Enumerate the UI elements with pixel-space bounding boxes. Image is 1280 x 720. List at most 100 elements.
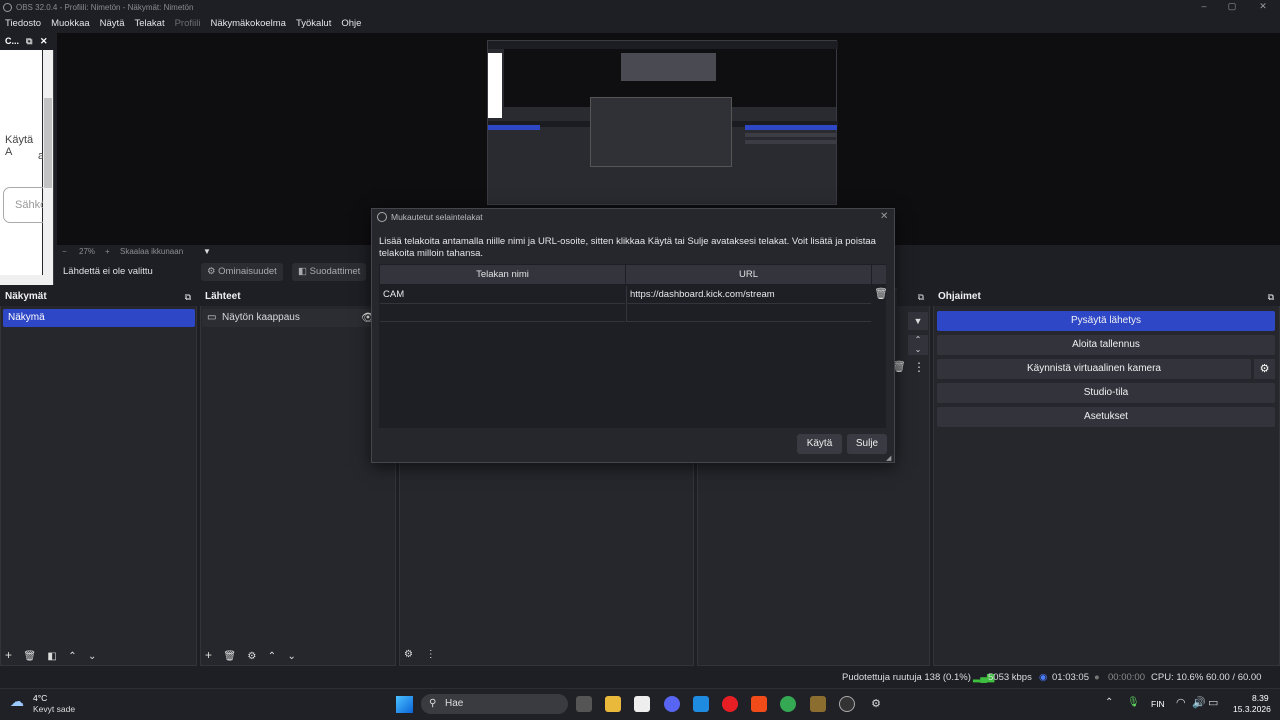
opera-icon[interactable] (722, 696, 738, 712)
microphone-icon[interactable]: 🎙 (1127, 697, 1140, 708)
dock-name-cell[interactable]: CAM (380, 286, 625, 304)
close-button[interactable]: Sulje (847, 434, 887, 454)
task-view-icon[interactable] (576, 696, 592, 712)
zoom-level: 27% (79, 247, 96, 256)
mixer-settings-icon[interactable]: ⚙ (404, 649, 413, 660)
scale-dropdown-icon[interactable]: ▼ (203, 245, 211, 258)
virtual-camera-settings-icon[interactable]: ⚙ (1254, 359, 1275, 379)
mixer-more-icon[interactable]: ⋮ (426, 649, 436, 660)
window-title: OBS 32.0.4 - Profiili: Nimetön - Näkymät… (0, 0, 1280, 15)
gear-icon[interactable]: ⚙ (247, 651, 256, 662)
scenes-panel (0, 288, 197, 666)
move-up-icon[interactable]: ⌃ (268, 651, 276, 662)
start-windows-icon[interactable] (396, 696, 413, 713)
dock-web-content[interactable]: Käytä A a Sähkö (0, 50, 48, 275)
discord-icon[interactable] (664, 696, 680, 712)
clock-time[interactable]: 8.39 (1252, 693, 1269, 703)
language-indicator[interactable]: FIN (1151, 699, 1165, 709)
dock-scrollbar-thumb[interactable] (44, 98, 52, 188)
apply-button[interactable]: Käytä (797, 434, 842, 454)
dock-text: Käytä A (5, 134, 34, 158)
transition-dropdown-icon[interactable]: ▼ (908, 312, 928, 330)
scenes-footer: + 🗑 ◧ ⌃ ⌄ (5, 646, 115, 664)
add-icon[interactable]: + (5, 648, 12, 662)
dock-url-cell[interactable]: https://dashboard.kick.com/stream (626, 286, 871, 304)
menu-help[interactable]: Ohje (341, 16, 361, 32)
weather-icon[interactable]: ☁ (10, 693, 24, 710)
game-icon[interactable] (810, 696, 826, 712)
dock-close-icon[interactable]: ✕ (40, 33, 48, 50)
bitrate: 5053 kbps (988, 672, 1032, 683)
weather-temp: 4°C (33, 693, 48, 703)
transitions-undock-icon[interactable]: ⧉ (897, 288, 930, 306)
delete-icon[interactable]: 🗑 (223, 651, 236, 662)
notepad-icon[interactable] (634, 696, 650, 712)
new-dock-name-cell[interactable] (380, 304, 625, 322)
record-time: 00:00:00 (1108, 672, 1145, 683)
more-options-icon[interactable]: ⋮ (913, 360, 925, 374)
dialog-title: Mukautetut selaintelakat (391, 212, 483, 222)
battery-icon[interactable]: ▭ (1208, 696, 1218, 709)
properties-button[interactable]: ⚙ Ominaisuudet (201, 263, 283, 281)
clock-date[interactable]: 15.3.2026 (1233, 704, 1271, 714)
duration-spinner[interactable]: ⌃ ⌄ (908, 335, 928, 355)
column-header-url[interactable]: URL (626, 265, 871, 284)
status-bar: Pudotettuja ruutuja 138 (0.1%) ▂▄▆ 5053 … (0, 668, 1280, 703)
app-icon[interactable] (693, 696, 709, 712)
menu-view[interactable]: Näytä (100, 16, 125, 32)
menu-tools[interactable]: Työkalut (296, 16, 331, 32)
obs-taskbar-icon[interactable] (839, 696, 855, 712)
add-icon[interactable]: + (205, 648, 212, 662)
scale-to-window[interactable]: Skaalaa ikkunaan (120, 245, 183, 258)
file-explorer-icon[interactable] (605, 696, 621, 712)
close-window-button[interactable]: ✕ (1248, 0, 1278, 15)
obs-logo-icon (3, 3, 12, 12)
settings-button[interactable]: Asetukset (937, 407, 1275, 427)
menu-docks[interactable]: Telakat (134, 16, 164, 32)
new-dock-url-cell[interactable] (626, 304, 871, 322)
sources-footer: + 🗑 ⚙ ⌃ ⌄ (205, 646, 325, 664)
start-virtual-camera-button[interactable]: Käynnistä virtuaalinen kamera (937, 359, 1251, 379)
column-header-name[interactable]: Telakan nimi (380, 265, 625, 284)
controls-title: Ohjaimet ⧉ (933, 288, 1280, 306)
source-item[interactable]: ▭ Näytön kaappaus (202, 309, 376, 327)
move-up-icon[interactable]: ⌃ (68, 651, 76, 662)
stop-stream-button[interactable]: Pysäytä lähetys (937, 311, 1275, 331)
source-item-label: Näytön kaappaus (222, 312, 300, 323)
delete-row-icon[interactable]: 🗑 (874, 287, 888, 300)
sources-title: Lähteet (200, 288, 396, 306)
menu-profile[interactable]: Profiili (175, 16, 201, 32)
menu-edit[interactable]: Muokkaa (51, 16, 90, 32)
minimize-button[interactable]: – (1189, 0, 1219, 15)
move-down-icon[interactable]: ⌄ (287, 651, 295, 662)
search-icon: ⚲ (429, 698, 437, 709)
dialog-close-icon[interactable]: ✕ (880, 211, 888, 222)
taskbar-search[interactable]: ⚲ Hae (421, 694, 568, 714)
start-recording-button[interactable]: Aloita tallennus (937, 335, 1275, 355)
studio-mode-button[interactable]: Studio-tila (937, 383, 1275, 403)
undock-icon[interactable]: ⧉ (1268, 288, 1274, 306)
record-icon: ● (1094, 672, 1100, 683)
settings-taskbar-icon[interactable]: ⚙ (868, 696, 884, 712)
menu-file[interactable]: Tiedosto (5, 16, 41, 32)
undock-icon[interactable]: ⧉ (185, 288, 191, 306)
resize-grip-icon[interactable]: ◢ (886, 454, 891, 462)
zoom-in-button[interactable]: + (105, 245, 110, 258)
network-icon[interactable]: ◠ (1176, 696, 1186, 709)
filter-icon[interactable]: ◧ (47, 651, 56, 662)
filters-button[interactable]: ◧ Suodattimet (292, 263, 367, 281)
volume-icon[interactable]: 🔊 (1192, 696, 1206, 709)
chrome-icon[interactable] (780, 696, 796, 712)
dock-hscrollbar[interactable] (0, 275, 53, 285)
zoom-out-button[interactable]: − (62, 245, 67, 258)
move-down-icon[interactable]: ⌄ (88, 651, 96, 662)
column-header-actions (872, 265, 886, 284)
dock-input-field[interactable]: Sähkö (3, 187, 48, 223)
tray-chevron-icon[interactable]: ⌃ (1105, 697, 1113, 708)
scene-item[interactable]: Näkymä (3, 309, 195, 327)
maximize-button[interactable]: ▢ (1217, 0, 1247, 15)
cpu-usage: CPU: 10.6% (1151, 672, 1204, 683)
menu-scene-collection[interactable]: Näkymäkokoelma (210, 16, 286, 32)
brave-icon[interactable] (751, 696, 767, 712)
delete-icon[interactable]: 🗑 (23, 651, 36, 662)
